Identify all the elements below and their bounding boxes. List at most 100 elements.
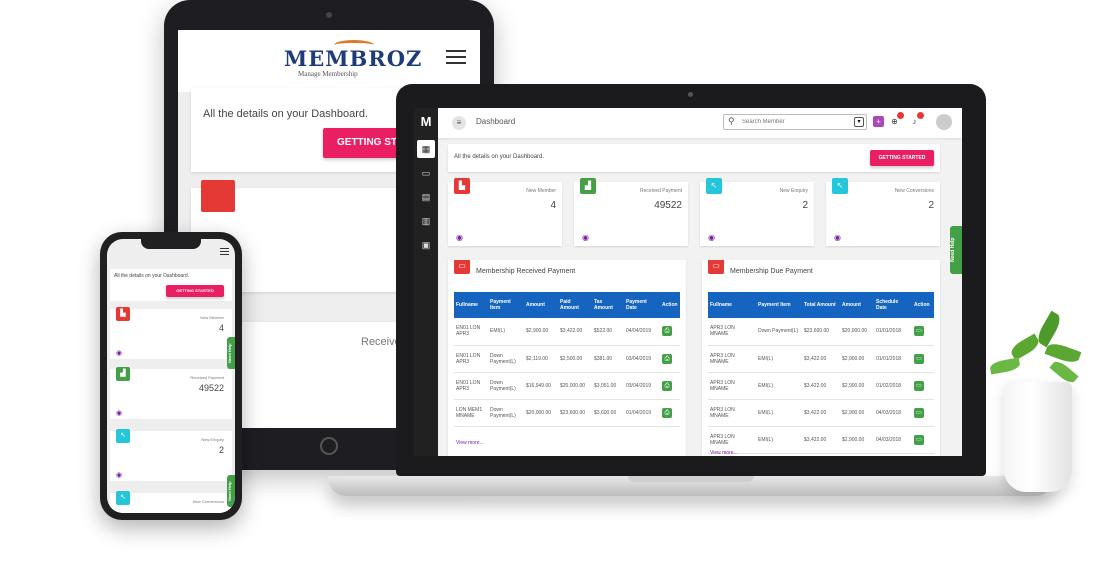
menu-toggle-icon[interactable]: ≡ — [452, 116, 466, 130]
cell: EMI(L) — [756, 426, 802, 454]
leaf — [1044, 340, 1082, 366]
card-action-icon[interactable]: ▭ — [914, 434, 924, 445]
column-header: Action — [912, 292, 934, 318]
cell: APR3 LON MNAME — [708, 399, 756, 427]
view-eye-icon[interactable]: ◉ — [456, 233, 463, 242]
cell: Down Payment(L) — [488, 345, 524, 373]
welcome-text: All the details on your Dashboard. — [203, 108, 369, 120]
sidebar: M ▦ ▭ ▤ ▥ ▣ — [414, 108, 438, 456]
received-payment-panel: ▭ Membership Received Payment Fullname P… — [448, 260, 686, 456]
laptop-device: M ▦ ▭ ▤ ▥ ▣ ≡ Dashboard ⚲ ▾ + ⊕ ♪ All th… — [396, 84, 986, 476]
cell: EMI(L) — [756, 399, 802, 427]
logo: MEMBROZ — [284, 46, 423, 71]
stat-label: New Member — [526, 188, 556, 194]
stat-label: New Conversions — [894, 188, 934, 194]
card-action-icon[interactable]: ▭ — [914, 326, 924, 337]
briefcase-icon[interactable]: ▣ — [417, 236, 435, 254]
home-button[interactable] — [320, 437, 338, 455]
search-input[interactable] — [742, 117, 842, 127]
hamburger-menu-icon[interactable] — [446, 50, 466, 68]
table-row: EN01 LON APR3 Down Payment(L) $2,119.00 … — [454, 345, 680, 373]
cell: EN01 LON APR3 — [454, 345, 488, 373]
table-row: APR3 LON MNAME EMI(L) $3,422.00 $2,900.0… — [708, 345, 934, 373]
cell: $2,900.00 — [840, 345, 874, 373]
card-icon[interactable]: ▤ — [417, 188, 435, 206]
cell: $381.00 — [592, 345, 624, 373]
view-more-link[interactable]: View more... — [456, 440, 484, 446]
card-action-icon[interactable]: ▭ — [914, 407, 924, 418]
view-eye-icon[interactable]: ◉ — [582, 233, 589, 242]
table-row: LON MEM1 MNAME Down Payment(L) $20,000.0… — [454, 399, 680, 427]
view-more-link[interactable]: View more... — [710, 450, 738, 456]
column-header: Paid Amount — [558, 292, 592, 318]
cell: $23,600.00 — [558, 399, 592, 427]
getting-started-button[interactable]: GETTING STARTED — [166, 285, 224, 297]
cell: 04/03/2018 — [874, 399, 912, 427]
cell: $3,422.00 — [802, 399, 840, 427]
cell: LON MEM1 MNAME — [454, 399, 488, 427]
plant-pot — [1004, 382, 1072, 492]
column-header: Schedule Date — [874, 292, 912, 318]
column-header: Payment Item — [488, 292, 524, 318]
top-bar: ≡ Dashboard ⚲ ▾ + ⊕ ♪ — [438, 108, 962, 138]
cart-icon[interactable]: ⊕ — [889, 112, 904, 127]
dashboard-icon[interactable]: ▦ — [417, 140, 435, 158]
view-eye-icon[interactable]: ◉ — [116, 409, 122, 417]
arrow-icon: ↖ — [706, 178, 722, 194]
tablet-camera — [326, 12, 332, 18]
stat-card-received-payment: ▟ Received Payment 49522 ◉ — [110, 367, 232, 419]
stat-card-new-enquiry: ↖ New Enquiry 2 ◉ — [700, 178, 814, 246]
stat-label: Received Payment — [640, 188, 682, 194]
filter-icon[interactable]: ▾ — [854, 117, 864, 127]
bell-icon[interactable]: ♪ — [909, 112, 924, 127]
stat-card-new-enquiry: ↖ New Enquiry 2 ◉ — [110, 429, 232, 481]
cell: Down Payment(L) — [488, 372, 524, 400]
add-icon[interactable]: + — [873, 116, 884, 127]
print-icon[interactable]: ⎙ — [662, 353, 672, 364]
print-icon[interactable]: ⎙ — [662, 380, 672, 391]
cell: APR3 LON MNAME — [708, 372, 756, 400]
card-action-icon[interactable]: ▭ — [914, 380, 924, 391]
cell: 03/04/2019 — [624, 372, 660, 400]
view-eye-icon[interactable]: ◉ — [116, 349, 122, 357]
column-header: Fullname — [708, 292, 756, 318]
view-eye-icon[interactable]: ◉ — [116, 471, 122, 479]
print-icon[interactable]: ⎙ — [662, 326, 672, 337]
stat-value: 49522 — [654, 200, 682, 211]
view-eye-icon[interactable]: ◉ — [834, 233, 841, 242]
stat-card-new-conversions: ↖ New Conversions — [110, 491, 232, 513]
hamburger-menu-icon[interactable] — [220, 248, 229, 257]
need-help-tab[interactable]: Need Help — [227, 337, 235, 369]
building-icon — [201, 180, 235, 212]
monitor-icon[interactable]: ▭ — [417, 164, 435, 182]
need-help-tab[interactable]: Need Help — [227, 475, 235, 507]
cell: $2,500.00 — [558, 345, 592, 373]
panel-title: Membership Due Payment — [730, 268, 813, 275]
laptop-screen: M ▦ ▭ ▤ ▥ ▣ ≡ Dashboard ⚲ ▾ + ⊕ ♪ All th… — [414, 108, 962, 456]
column-header: Fullname — [454, 292, 488, 318]
cell: 03/04/2019 — [624, 345, 660, 373]
search-icon: ⚲ — [728, 116, 735, 126]
getting-started-button[interactable]: GETTING STARTED — [870, 150, 934, 166]
stat-value: 49522 — [198, 383, 224, 393]
cell: 04/03/2018 — [874, 426, 912, 454]
cell: EMI(L) — [488, 318, 524, 346]
cell: EMI(L) — [756, 372, 802, 400]
avatar[interactable] — [936, 114, 952, 130]
table-row: APR3 LON MNAME EMI(L) $3,422.00 $2,900.0… — [708, 372, 934, 400]
view-eye-icon[interactable]: ◉ — [708, 233, 715, 242]
cell: EN01 LON APR3 — [454, 318, 488, 346]
cell: $3,422.00 — [802, 372, 840, 400]
stat-card-new-member: ▙ New Member 4 ◉ — [448, 178, 562, 246]
building-icon: ▙ — [116, 307, 130, 321]
leaf — [1008, 333, 1042, 361]
cell: 01/04/2019 — [624, 399, 660, 427]
stat-label: New Conversions — [192, 499, 224, 504]
card-action-icon[interactable]: ▭ — [914, 353, 924, 364]
print-icon[interactable]: ⎙ — [662, 407, 672, 418]
document-icon[interactable]: ▥ — [417, 212, 435, 230]
need-help-tab[interactable]: Need Help — [950, 226, 962, 274]
breadcrumb: Dashboard — [476, 117, 516, 126]
stat-value: 4 — [218, 323, 224, 333]
table-row: APR3 LON MNAME Down Payment(L) $23,600.0… — [708, 318, 934, 346]
